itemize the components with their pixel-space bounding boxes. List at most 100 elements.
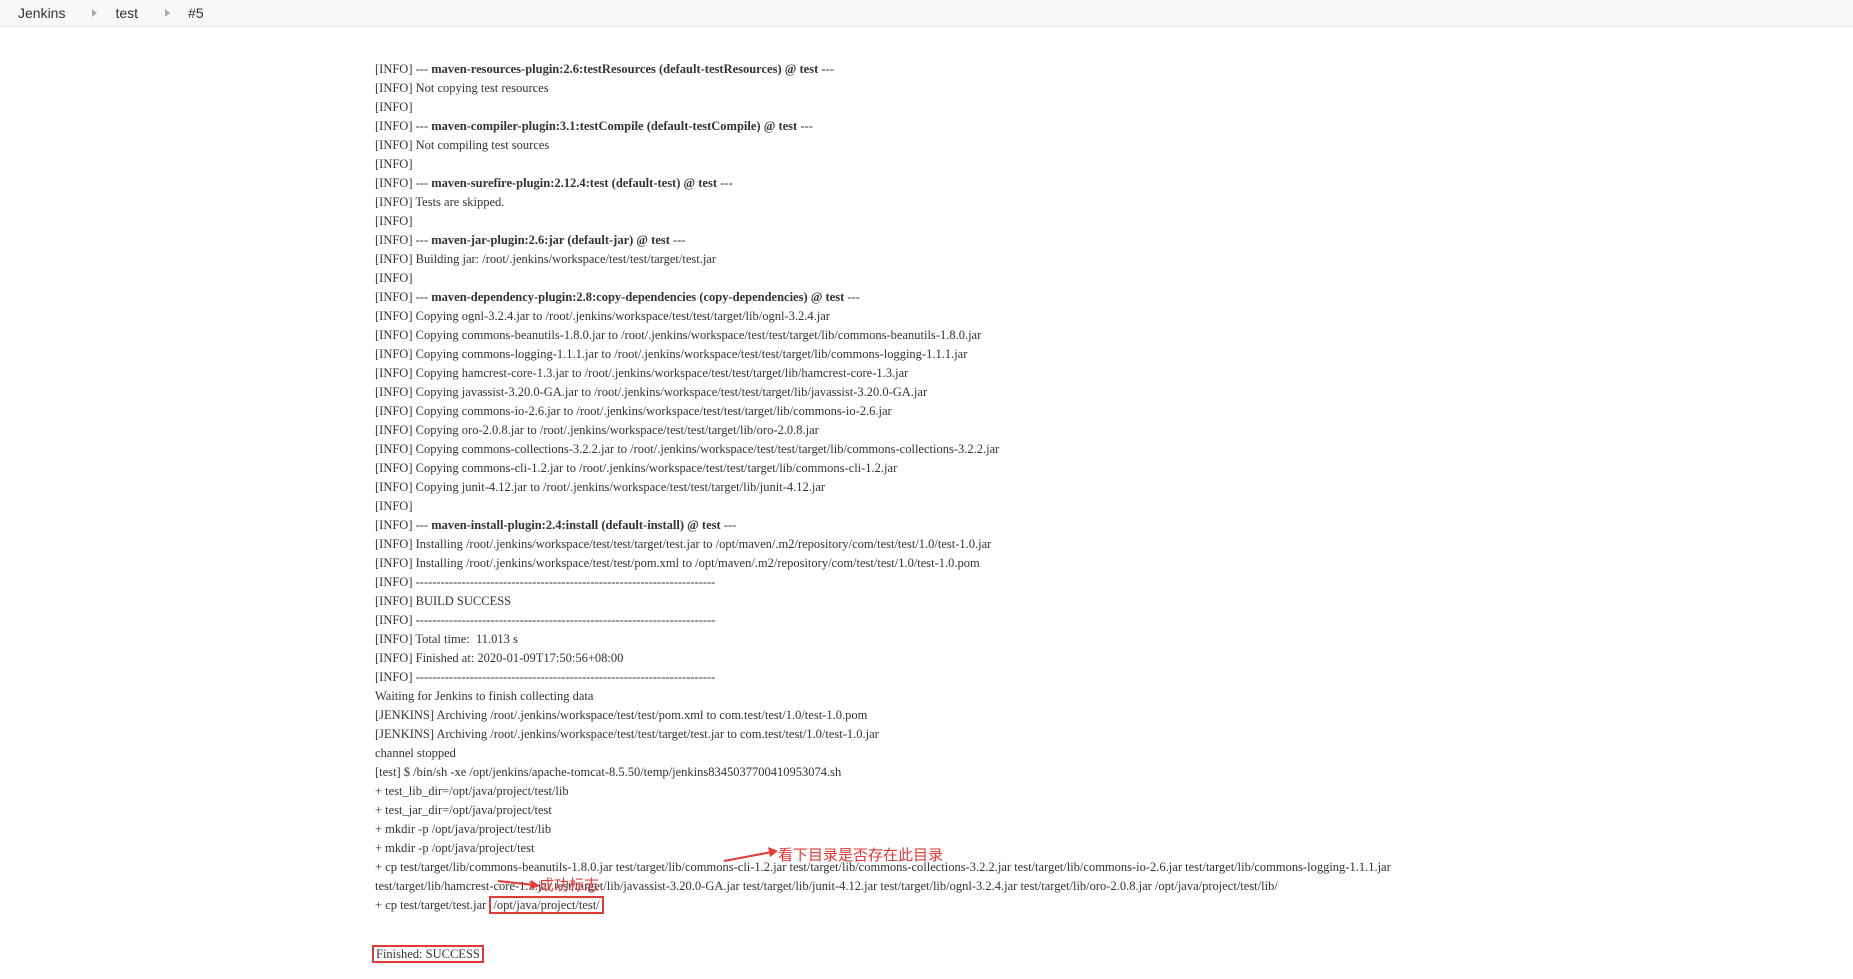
console-line-text: [INFO] Copying commons-logging-1.1.1.jar…	[375, 347, 968, 361]
console-line-text: + test_lib_dir=/opt/java/project/test/li…	[375, 784, 569, 798]
console-line-text: [JENKINS] Archiving /root/.jenkins/works…	[375, 727, 879, 741]
console-line: [INFO] --- maven-surefire-plugin:2.12.4:…	[375, 174, 1845, 193]
console-line: [INFO] Copying commons-cli-1.2.jar to /r…	[375, 459, 1845, 478]
console-line-cp-jar: + cp test/target/test.jar /opt/java/proj…	[375, 896, 1845, 915]
console-line-suffix: ---	[717, 176, 733, 190]
console-plugin-goal: maven-jar-plugin:2.6:jar (default-jar) @…	[431, 233, 670, 247]
console-plugin-goal: maven-resources-plugin:2.6:testResources…	[431, 62, 819, 76]
breadcrumb-job-test[interactable]: test	[97, 5, 138, 21]
console-line: [INFO] Not compiling test sources	[375, 136, 1845, 155]
breadcrumb-build-number[interactable]: #5	[170, 5, 204, 21]
console-line: [INFO] Finished at: 2020-01-09T17:50:56+…	[375, 649, 1845, 668]
annotation-success-note: 成功标志	[539, 876, 600, 894]
console-line-text: [INFO]	[375, 499, 413, 513]
console-line: [INFO] ---------------------------------…	[375, 611, 1845, 630]
breadcrumb: Jenkins test #5	[0, 0, 1853, 27]
console-line: [INFO] Copying commons-beanutils-1.8.0.j…	[375, 326, 1845, 345]
console-line-text: [INFO] ---------------------------------…	[375, 575, 716, 589]
console-line-text: [INFO] Copying commons-beanutils-1.8.0.j…	[375, 328, 982, 342]
console-line: [INFO] Copying javassist-3.20.0-GA.jar t…	[375, 383, 1845, 402]
console-line: [INFO] BUILD SUCCESS	[375, 592, 1845, 611]
console-line-text: [INFO] Finished at: 2020-01-09T17:50:56+…	[375, 651, 624, 665]
annotation-directory-note: 看下目录是否存在此目录	[778, 846, 944, 864]
breadcrumb-jenkins[interactable]: Jenkins	[0, 5, 65, 21]
console-line-text: [INFO] Building jar: /root/.jenkins/work…	[375, 252, 717, 266]
console-line-text: [INFO]	[375, 271, 413, 285]
console-line-text: [INFO] ---------------------------------…	[375, 613, 716, 627]
console-output: [INFO] --- maven-resources-plugin:2.6:te…	[372, 15, 1845, 979]
console-line-text: [INFO] ---	[375, 176, 432, 190]
console-line: [INFO] ---------------------------------…	[375, 573, 1845, 592]
console-line: + test_jar_dir=/opt/java/project/test	[375, 801, 1845, 820]
console-line-text: [INFO]	[375, 100, 413, 114]
console-line-text: [INFO] Copying commons-cli-1.2.jar to /r…	[375, 461, 898, 475]
console-line: [INFO] --- maven-resources-plugin:2.6:te…	[375, 60, 1845, 79]
console-line: [INFO] Installing /root/.jenkins/workspa…	[375, 535, 1845, 554]
console-line-suffix: ---	[844, 290, 860, 304]
console-line-text: [INFO] ---	[375, 62, 432, 76]
console-line-text: [INFO]	[375, 214, 413, 228]
console-line: channel stopped	[375, 744, 1845, 763]
console-line-suffix: ---	[797, 119, 813, 133]
console-line: [INFO] Copying ognl-3.2.4.jar to /root/.…	[375, 307, 1845, 326]
console-line: [INFO] Not copying test resources	[375, 79, 1845, 98]
console-line-text: [JENKINS] Archiving /root/.jenkins/works…	[375, 708, 868, 722]
console-line-text: [INFO]	[375, 157, 413, 171]
console-line: Waiting for Jenkins to finish collecting…	[375, 687, 1845, 706]
console-line-suffix: ---	[818, 62, 834, 76]
highlighted-target-directory: /opt/java/project/test/	[489, 896, 604, 914]
console-line: [INFO]	[375, 155, 1845, 174]
console-line: [INFO] --- maven-jar-plugin:2.6:jar (def…	[375, 231, 1845, 250]
console-line-text: [INFO] Copying javassist-3.20.0-GA.jar t…	[375, 385, 928, 399]
console-line: [INFO]	[375, 269, 1845, 288]
console-line: [INFO] --- maven-install-plugin:2.4:inst…	[375, 516, 1845, 535]
console-line-suffix: ---	[720, 518, 737, 532]
console-line-text: [INFO] Installing /root/.jenkins/workspa…	[375, 556, 980, 570]
console-line-text: [INFO] Copying ognl-3.2.4.jar to /root/.…	[375, 309, 830, 323]
console-line-text: [INFO] ---------------------------------…	[375, 670, 716, 684]
console-line: [INFO] Copying commons-logging-1.1.1.jar…	[375, 345, 1845, 364]
console-line-text: [INFO] BUILD SUCCESS	[375, 594, 512, 608]
console-line-cp-prefix: + cp test/target/test.jar	[375, 898, 490, 912]
console-line: [INFO] Building jar: /root/.jenkins/work…	[375, 250, 1845, 269]
console-line: + test_lib_dir=/opt/java/project/test/li…	[375, 782, 1845, 801]
console-line: [JENKINS] Archiving /root/.jenkins/works…	[375, 706, 1845, 725]
console-line: [INFO] Copying commons-collections-3.2.2…	[375, 440, 1845, 459]
console-line: [INFO] Copying junit-4.12.jar to /root/.…	[375, 478, 1845, 497]
console-line: [INFO] --- maven-compiler-plugin:3.1:tes…	[375, 117, 1845, 136]
console-line-text: [INFO] Installing /root/.jenkins/workspa…	[375, 537, 992, 551]
console-line-text: [INFO] Copying oro-2.0.8.jar to /root/.j…	[375, 423, 819, 437]
console-line: [INFO] Total time: 11.013 s	[375, 630, 1845, 649]
console-line-text: channel stopped	[375, 746, 456, 760]
console-plugin-goal: maven-compiler-plugin:3.1:testCompile (d…	[431, 119, 798, 133]
console-plugin-goal: maven-surefire-plugin:2.12.4:test (defau…	[431, 176, 717, 190]
console-line: [INFO]	[375, 98, 1845, 117]
arrow-directory-note-icon	[723, 847, 778, 862]
console-line-text: [INFO] Copying hamcrest-core-1.3.jar to …	[375, 366, 909, 380]
console-line: [INFO] Installing /root/.jenkins/workspa…	[375, 554, 1845, 573]
console-line: [INFO] Tests are skipped.	[375, 193, 1845, 212]
console-line: + mkdir -p /opt/java/project/test	[375, 839, 1845, 858]
console-line-suffix: ---	[669, 233, 686, 247]
console-line: [INFO] --- maven-dependency-plugin:2.8:c…	[375, 288, 1845, 307]
console-line-finished: Finished: SUCCESS	[372, 945, 1845, 964]
console-line-text: [test] $ /bin/sh -xe /opt/jenkins/apache…	[375, 765, 842, 779]
console-line-text: [INFO] Tests are skipped.	[375, 195, 505, 209]
console-plugin-goal: maven-dependency-plugin:2.8:copy-depende…	[431, 290, 845, 304]
console-line-text: + mkdir -p /opt/java/project/test/lib	[375, 822, 552, 836]
console-line: [INFO]	[375, 497, 1845, 516]
console-plugin-goal: maven-install-plugin:2.4:install (defaul…	[431, 518, 721, 532]
console-line: [test] $ /bin/sh -xe /opt/jenkins/apache…	[375, 763, 1845, 782]
console-line-text: [INFO] ---	[375, 518, 432, 532]
console-line: [INFO]	[375, 212, 1845, 231]
console-line-text: [INFO] Copying commons-collections-3.2.2…	[375, 442, 1000, 456]
console-line: [INFO] Copying commons-io-2.6.jar to /ro…	[375, 402, 1845, 421]
console-line-text: [INFO] ---	[375, 290, 432, 304]
finished-success-status: Finished: SUCCESS	[372, 945, 484, 963]
console-line-text: [INFO] Not compiling test sources	[375, 138, 550, 152]
console-line: [INFO] Copying hamcrest-core-1.3.jar to …	[375, 364, 1845, 383]
console-line-text: [INFO] Not copying test resources	[375, 81, 549, 95]
console-line-text: Waiting for Jenkins to finish collecting…	[375, 689, 594, 703]
console-line-text: [INFO] ---	[375, 119, 432, 133]
console-line: + mkdir -p /opt/java/project/test/lib	[375, 820, 1845, 839]
